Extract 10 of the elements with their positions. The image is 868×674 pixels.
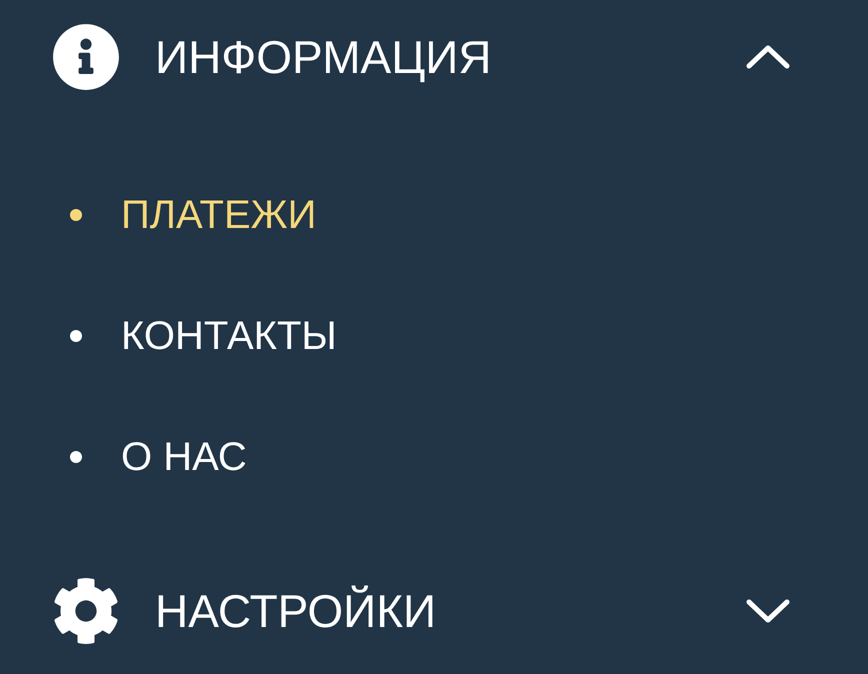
section-toggle[interactable]: НАСТРОЙКИ (52, 554, 790, 668)
bullet-icon (70, 450, 82, 462)
settings-icon (52, 577, 120, 645)
bullet-icon (70, 208, 82, 220)
menu-link[interactable]: ПЛАТЕЖИ (121, 194, 316, 234)
menu-link[interactable]: КОНТАКТЫ (121, 316, 337, 356)
bullet-icon (70, 330, 82, 342)
section-toggle[interactable]: ИНФОРМАЦИЯ (52, 0, 790, 114)
info-icon (52, 23, 120, 91)
menu-link[interactable]: О НАС (121, 436, 247, 476)
